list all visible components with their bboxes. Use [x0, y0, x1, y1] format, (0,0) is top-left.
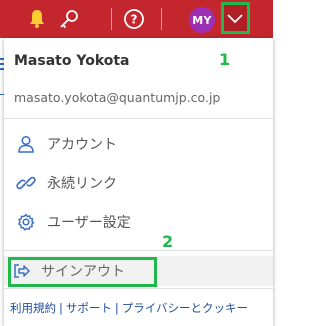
link-icon [16, 173, 36, 193]
menu-item-label: ユーザー設定 [47, 215, 131, 231]
menu-item-label: アカウント [47, 137, 117, 153]
avatar[interactable]: MY [189, 7, 215, 33]
footer-separator: | [59, 301, 63, 315]
separator [161, 8, 162, 30]
annotation-box-2 [8, 257, 157, 287]
divider [4, 288, 273, 289]
annotation-label-2: 2 [162, 232, 174, 251]
svg-text:?: ? [131, 13, 138, 27]
footer-link-privacy[interactable]: プライバシーとクッキー [122, 301, 248, 315]
annotation-label-1: 1 [219, 50, 231, 69]
menu-item-user-settings[interactable]: ユーザー設定 [4, 207, 273, 237]
menu-item-label: 永続リンク [47, 176, 117, 192]
user-name: Masato Yokota [14, 53, 130, 69]
bell-icon[interactable] [25, 0, 49, 38]
help-circle-icon[interactable]: ? [121, 0, 147, 38]
footer-links: 利用規約 | サポート | プライバシーとクッキー [10, 300, 248, 316]
footer-separator: | [114, 301, 119, 315]
divider [4, 118, 273, 119]
footer-link-support[interactable]: サポート [66, 301, 112, 315]
user-email: masato.yokota@quantumjp.co.jp [14, 90, 221, 105]
menu-item-permalink[interactable]: 永続リンク [4, 168, 273, 198]
annotation-box-1 [221, 2, 250, 34]
menu-item-account[interactable]: アカウント [4, 129, 273, 159]
user-icon [16, 134, 36, 154]
divider [4, 250, 273, 251]
separator [111, 8, 112, 30]
footer-link-terms[interactable]: 利用規約 [10, 301, 56, 315]
key-icon[interactable] [56, 0, 82, 38]
gear-icon [16, 212, 36, 232]
